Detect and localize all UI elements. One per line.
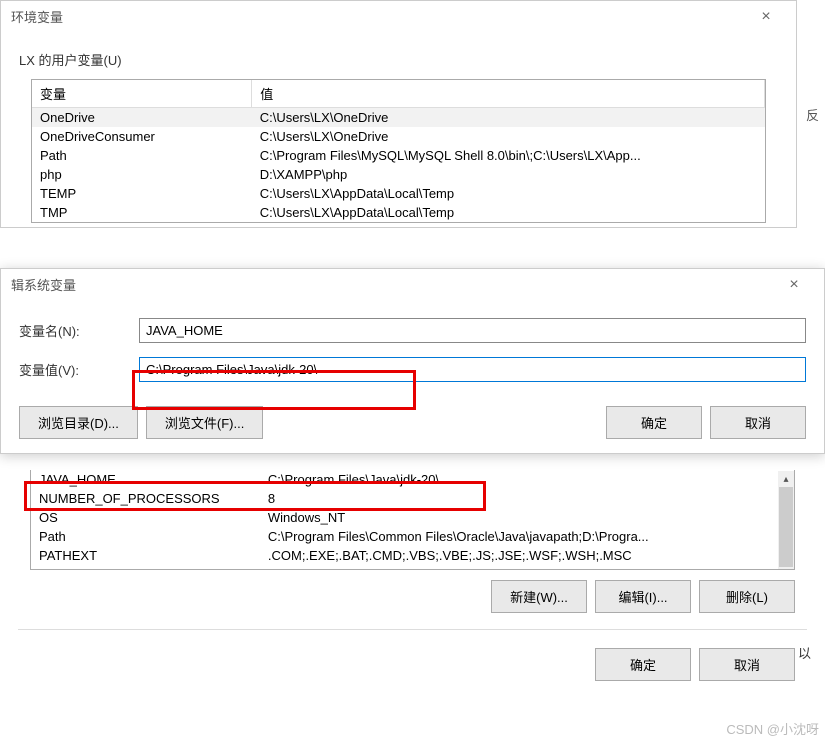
edit-system-variable-dialog: 辑系统变量 × 变量名(N): 变量值(V): 浏览目录(D)... 浏览文件(… [0,268,825,454]
cell-var: OneDrive [32,108,252,128]
watermark-text: CSDN @小沈呀 [726,719,819,738]
title-bar: 环境变量 × [1,1,796,32]
variable-value-input[interactable] [139,357,806,382]
scrollbar[interactable]: ▴ [778,471,794,569]
cell-val: Windows_NT [260,508,794,527]
browse-directory-button[interactable]: 浏览目录(D)... [19,406,138,439]
table-row[interactable]: JAVA_HOMEC:\Program Files\Java\jdk-20\ [31,470,794,489]
cell-var: OS [31,508,260,527]
cell-val: .COM;.EXE;.BAT;.CMD;.VBS;.VBE;.JS;.JSE;.… [260,546,794,565]
environment-variables-dialog: 环境变量 × LX 的用户变量(U) 变量 值 OneDriveC:\Users… [0,0,797,228]
table-row[interactable]: phpD:\XAMPP\php [32,165,765,184]
cell-val: D:\XAMPP\php [252,165,765,184]
table-row[interactable]: TEMPC:\Users\LX\AppData\Local\Temp [32,184,765,203]
table-row[interactable] [31,565,794,569]
edit-title-bar: 辑系统变量 × [1,269,824,300]
cell-var [31,565,260,569]
cell-val [260,565,794,569]
scroll-thumb[interactable] [779,487,793,567]
variable-value-label: 变量值(V): [19,360,139,379]
variable-name-input[interactable] [139,318,806,343]
dialog-title: 环境变量 [11,7,63,26]
cell-var: OneDriveConsumer [32,127,252,146]
browse-file-button[interactable]: 浏览文件(F)... [146,406,263,439]
table-row[interactable]: OSWindows_NT [31,508,794,527]
cell-val: C:\Program Files\MySQL\MySQL Shell 8.0\b… [252,146,765,165]
column-header-variable[interactable]: 变量 [32,80,252,108]
final-ok-button[interactable]: 确定 [595,648,691,681]
cell-val: C:\Users\LX\AppData\Local\Temp [252,184,765,203]
table-row[interactable]: PathC:\Program Files\MySQL\MySQL Shell 8… [32,146,765,165]
system-variables-section: JAVA_HOMEC:\Program Files\Java\jdk-20\ N… [0,470,825,693]
background-text: 反 [806,105,819,124]
cell-val: C:\Users\LX\OneDrive [252,108,765,128]
final-cancel-button[interactable]: 取消 [699,648,795,681]
variable-name-label: 变量名(N): [19,321,139,340]
table-row[interactable]: PathC:\Program Files\Common Files\Oracle… [31,527,794,546]
edit-button[interactable]: 编辑(I)... [595,580,691,613]
user-variables-label: LX 的用户变量(U) [1,44,796,69]
new-button[interactable]: 新建(W)... [491,580,587,613]
table-row[interactable]: NUMBER_OF_PROCESSORS8 [31,489,794,508]
background-text: 以 [798,643,811,662]
cancel-button[interactable]: 取消 [710,406,806,439]
ok-button[interactable]: 确定 [606,406,702,439]
table-row[interactable]: OneDriveConsumerC:\Users\LX\OneDrive [32,127,765,146]
cell-val: C:\Program Files\Java\jdk-20\ [260,470,794,489]
cell-val: 8 [260,489,794,508]
cell-var: NUMBER_OF_PROCESSORS [31,489,260,508]
cell-var: PATHEXT [31,546,260,565]
cell-var: Path [32,146,252,165]
table-row[interactable]: TMPC:\Users\LX\AppData\Local\Temp [32,203,765,222]
cell-val: C:\Users\LX\OneDrive [252,127,765,146]
close-icon[interactable]: × [746,8,786,26]
edit-dialog-title: 辑系统变量 [11,275,76,294]
cell-var: php [32,165,252,184]
delete-button[interactable]: 删除(L) [699,580,795,613]
user-variables-table: 变量 值 OneDriveC:\Users\LX\OneDrive OneDri… [31,79,766,223]
cell-val: C:\Users\LX\AppData\Local\Temp [252,203,765,222]
close-icon[interactable]: × [774,276,814,294]
cell-var: Path [31,527,260,546]
column-header-value[interactable]: 值 [252,80,765,108]
scroll-up-icon[interactable]: ▴ [778,471,794,487]
table-row[interactable]: PATHEXT.COM;.EXE;.BAT;.CMD;.VBS;.VBE;.JS… [31,546,794,565]
cell-val: C:\Program Files\Common Files\Oracle\Jav… [260,527,794,546]
cell-var: TMP [32,203,252,222]
cell-var: JAVA_HOME [31,470,260,489]
table-row[interactable]: OneDriveC:\Users\LX\OneDrive [32,108,765,128]
cell-var: TEMP [32,184,252,203]
